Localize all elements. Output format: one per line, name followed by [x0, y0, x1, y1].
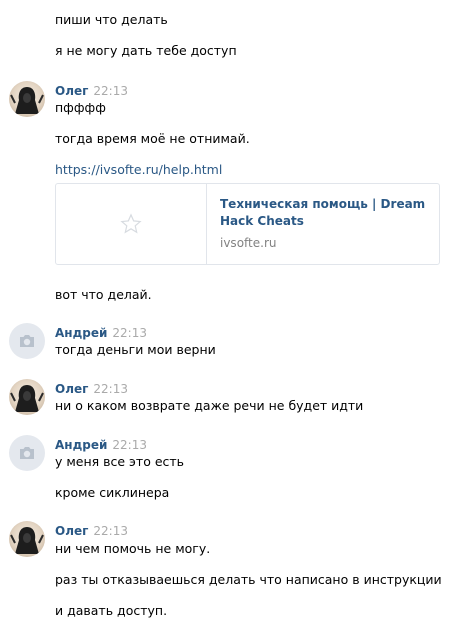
message-text: я не могу дать тебе доступ: [55, 43, 237, 58]
message-text: ни чем помочь не могу.: [55, 541, 211, 556]
message-text: пиши что делать: [55, 12, 168, 27]
message-time[interactable]: 22:13: [93, 524, 128, 538]
avatar-hooded-figure-icon: [10, 527, 44, 554]
card-title[interactable]: Техническая помощь | Dream Hack Cheats: [220, 196, 430, 230]
card-thumbnail: [56, 184, 207, 264]
message-link[interactable]: https://ivsofte.ru/help.html: [55, 162, 222, 177]
message-time[interactable]: 22:13: [93, 84, 128, 98]
author-name[interactable]: Андрей: [55, 438, 107, 452]
avatar[interactable]: [9, 521, 45, 557]
camera-icon: [20, 335, 34, 347]
author-name[interactable]: Олег: [55, 524, 88, 538]
avatar[interactable]: [9, 323, 45, 359]
message-time[interactable]: 22:13: [112, 438, 147, 452]
card-domain: ivsofte.ru: [220, 236, 277, 250]
message-header: Андрей 22:13: [55, 325, 147, 340]
author-name[interactable]: Олег: [55, 84, 88, 98]
message-text: ни о каком возврате даже речи не будет и…: [55, 398, 364, 413]
message-text: раз ты отказываешься делать что написано…: [55, 572, 442, 587]
author-name[interactable]: Андрей: [55, 326, 107, 340]
message-text: вот что делай.: [55, 287, 152, 302]
avatar-hooded-figure-icon: [10, 385, 44, 412]
camera-icon: [20, 447, 34, 459]
message-text: у меня все это есть: [55, 454, 185, 469]
message-header: Олег 22:13: [55, 523, 128, 538]
message-time[interactable]: 22:13: [93, 382, 128, 396]
author-name[interactable]: Олег: [55, 382, 88, 396]
message-text: тогда время моё не отнимай.: [55, 131, 250, 146]
message-text: и давать доступ.: [55, 603, 168, 618]
message-time[interactable]: 22:13: [112, 326, 147, 340]
star-icon: [120, 213, 142, 234]
message-text: тогда деньги мои верни: [55, 342, 216, 357]
message-header: Олег 22:13: [55, 381, 128, 396]
link-preview-card[interactable]: Техническая помощь | Dream Hack Cheats i…: [55, 183, 440, 265]
avatar-hooded-figure-icon: [10, 87, 44, 114]
message-header: Олег 22:13: [55, 83, 128, 98]
message-text: кроме сиклинера: [55, 485, 170, 500]
message-text: пфффф: [55, 100, 106, 115]
avatar[interactable]: [9, 435, 45, 471]
avatar[interactable]: [9, 81, 45, 117]
message-header: Андрей 22:13: [55, 437, 147, 452]
avatar[interactable]: [9, 379, 45, 415]
